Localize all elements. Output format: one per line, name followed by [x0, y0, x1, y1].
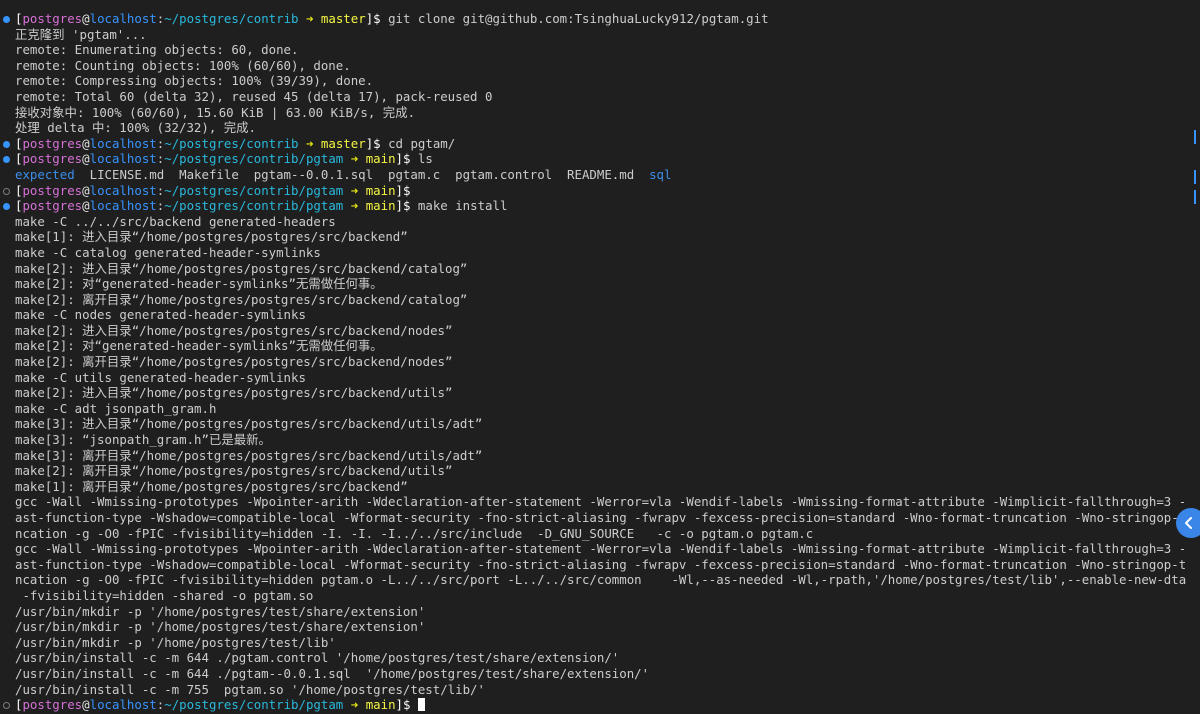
- prompt-path: ~/postgres/contrib: [164, 135, 299, 151]
- command-empty-decoration[interactable]: [3, 187, 10, 195]
- scrollbar-marker[interactable]: [1194, 190, 1196, 204]
- terminal-window[interactable]: [postgres@localhost:~/postgres/contrib ➜…: [0, 0, 1200, 714]
- output-line: ast-function-type -Wshadow=compatible-lo…: [15, 556, 1186, 572]
- output-line: make[2]: 离开目录“/home/postgres/postgres/sr…: [15, 354, 453, 370]
- output-line: /usr/bin/install -c -m 644 ./pgtam--0.0.…: [15, 665, 650, 681]
- prompt-branch: main: [365, 198, 396, 214]
- chevron-left-icon: [1185, 517, 1192, 529]
- output-line: 接收对象中: 100% (60/60), 15.60 KiB | 63.00 K…: [15, 104, 416, 120]
- prompt-path: ~/postgres/contrib: [164, 11, 299, 26]
- prompt-line: [postgres@localhost:~/postgres/contrib/p…: [0, 183, 1186, 199]
- active-prompt-line[interactable]: [postgres@localhost:~/postgres/contrib/p…: [0, 697, 1186, 713]
- directory-entry: sql: [649, 166, 672, 182]
- git-arrow-icon: ➜: [350, 198, 359, 214]
- command-success-decoration[interactable]: [3, 156, 10, 164]
- directory-entry: expected: [15, 166, 75, 182]
- prompt-host: localhost: [89, 198, 157, 214]
- file-entries: LICENSE.md Makefile pgtam--0.0.1.sql pgt…: [74, 166, 650, 182]
- command-text: git clone git@github.com:TsinghuaLucky91…: [388, 11, 769, 26]
- command-empty-decoration[interactable]: [3, 702, 10, 710]
- command-text: cd pgtam/: [388, 135, 456, 151]
- output-line: make[2]: 进入目录“/home/postgres/postgres/sr…: [15, 322, 453, 338]
- command-success-decoration[interactable]: [3, 16, 10, 23]
- output-line: ncation -g -O0 -fPIC -fvisibility=hidden…: [15, 572, 1186, 588]
- output-line: make[3]: 进入目录“/home/postgres/postgres/sr…: [15, 416, 483, 432]
- output-line: make[1]: 离开目录“/home/postgres/postgres/sr…: [15, 478, 408, 494]
- output-line: ncation -g -O0 -fPIC -fvisibility=hidden…: [15, 525, 814, 541]
- output-line: gcc -Wall -Wmissing-prototypes -Wpointer…: [15, 541, 1186, 557]
- prompt-user: postgres: [22, 135, 83, 151]
- prompt-path: ~/postgres/contrib/pgtam: [164, 151, 344, 167]
- prompt-user: postgres: [22, 697, 83, 713]
- output-line: remote: Enumerating objects: 60, done.: [15, 42, 299, 58]
- output-line: remote: Counting objects: 100% (60/60), …: [15, 57, 351, 73]
- output-line: make[2]: 离开目录“/home/postgres/postgres/sr…: [15, 291, 468, 307]
- output-line: make[2]: 进入目录“/home/postgres/postgres/sr…: [15, 385, 453, 401]
- output-line: make[2]: 对“generated-header-symlinks”无需做…: [15, 338, 383, 354]
- git-arrow-icon: ➜: [350, 151, 359, 167]
- prompt-branch: main: [365, 697, 396, 713]
- output-line: make -C utils generated-header-symlinks: [15, 369, 306, 385]
- prompt-line: [postgres@localhost:~/postgres/contrib ➜…: [0, 11, 1186, 27]
- output-line: make[2]: 离开目录“/home/postgres/postgres/sr…: [15, 463, 453, 479]
- output-line: gcc -Wall -Wmissing-prototypes -Wpointer…: [15, 494, 1186, 510]
- prompt-path: ~/postgres/contrib/pgtam: [164, 182, 344, 198]
- output-line: make[3]: “jsonpath_gram.h”已是最新。: [15, 432, 271, 448]
- prompt-user: postgres: [22, 198, 83, 214]
- prompt-line: [postgres@localhost:~/postgres/contrib ➜…: [0, 136, 1186, 152]
- side-panel-toggle-button[interactable]: [1176, 508, 1200, 538]
- prompt-host: localhost: [89, 151, 157, 167]
- output-line: 处理 delta 中: 100% (32/32), 完成.: [15, 120, 256, 136]
- output-line: make[2]: 对“generated-header-symlinks”无需做…: [15, 276, 383, 292]
- command-text: make install: [417, 198, 508, 214]
- command-success-decoration[interactable]: [3, 140, 10, 148]
- prompt-line: [postgres@localhost:~/postgres/contrib/p…: [0, 198, 1186, 214]
- output-line: make -C nodes generated-header-symlinks: [15, 307, 306, 323]
- prompt-path: ~/postgres/contrib/pgtam: [164, 198, 344, 214]
- git-arrow-icon: ➜: [350, 182, 359, 198]
- prompt-host: localhost: [89, 11, 157, 26]
- prompt-host: localhost: [89, 135, 157, 151]
- command-success-decoration[interactable]: [3, 203, 10, 211]
- output-line: remote: Compressing objects: 100% (39/39…: [15, 73, 374, 89]
- output-line: /usr/bin/mkdir -p '/home/postgres/test/l…: [15, 634, 336, 650]
- output-line: make -C catalog generated-header-symlink…: [15, 244, 321, 260]
- git-arrow-icon: ➜: [305, 135, 314, 151]
- output-line: make -C adt jsonpath_gram.h: [15, 400, 217, 416]
- git-arrow-icon: ➜: [305, 11, 314, 26]
- output-line: make[1]: 进入目录“/home/postgres/postgres/sr…: [15, 229, 408, 245]
- output-line: /usr/bin/install -c -m 644 ./pgtam.contr…: [15, 650, 620, 666]
- git-arrow-icon: ➜: [350, 697, 359, 713]
- command-text: ls: [417, 151, 433, 167]
- scrollbar-marker[interactable]: [1194, 130, 1196, 144]
- output-line: -fvisibility=hidden -shared -o pgtam.so: [15, 587, 314, 603]
- prompt-host: localhost: [89, 182, 157, 198]
- prompt-user: postgres: [22, 151, 83, 167]
- ls-output-line: expected LICENSE.md Makefile pgtam--0.0.…: [0, 167, 1186, 183]
- prompt-user: postgres: [22, 11, 83, 26]
- prompt-line: [postgres@localhost:~/postgres/contrib/p…: [0, 151, 1186, 167]
- output-line: ast-function-type -Wshadow=compatible-lo…: [15, 510, 1186, 525]
- output-line: make[3]: 离开目录“/home/postgres/postgres/sr…: [15, 447, 483, 463]
- text-cursor[interactable]: [417, 698, 425, 712]
- output-line: remote: Total 60 (delta 32), reused 45 (…: [15, 88, 493, 104]
- prompt-path: ~/postgres/contrib/pgtam: [164, 697, 344, 713]
- terminal-output: [postgres@localhost:~/postgres/contrib ➜…: [0, 11, 1186, 713]
- output-line: /usr/bin/mkdir -p '/home/postgres/test/s…: [15, 619, 426, 635]
- prompt-branch: master: [320, 11, 366, 26]
- output-line: /usr/bin/mkdir -p '/home/postgres/test/s…: [15, 603, 426, 619]
- output-line: /usr/bin/install -c -m 755 pgtam.so '/ho…: [15, 681, 485, 697]
- scrollbar-marker[interactable]: [1194, 170, 1196, 184]
- prompt-host: localhost: [89, 697, 157, 713]
- prompt-branch: main: [365, 151, 396, 167]
- prompt-branch: master: [320, 135, 366, 151]
- output-line: make -C ../../src/backend generated-head…: [15, 213, 336, 229]
- output-line: make[2]: 进入目录“/home/postgres/postgres/sr…: [15, 260, 468, 276]
- prompt-branch: main: [365, 182, 396, 198]
- prompt-user: postgres: [22, 182, 83, 198]
- output-line: 正克隆到 'pgtam'...: [15, 26, 147, 42]
